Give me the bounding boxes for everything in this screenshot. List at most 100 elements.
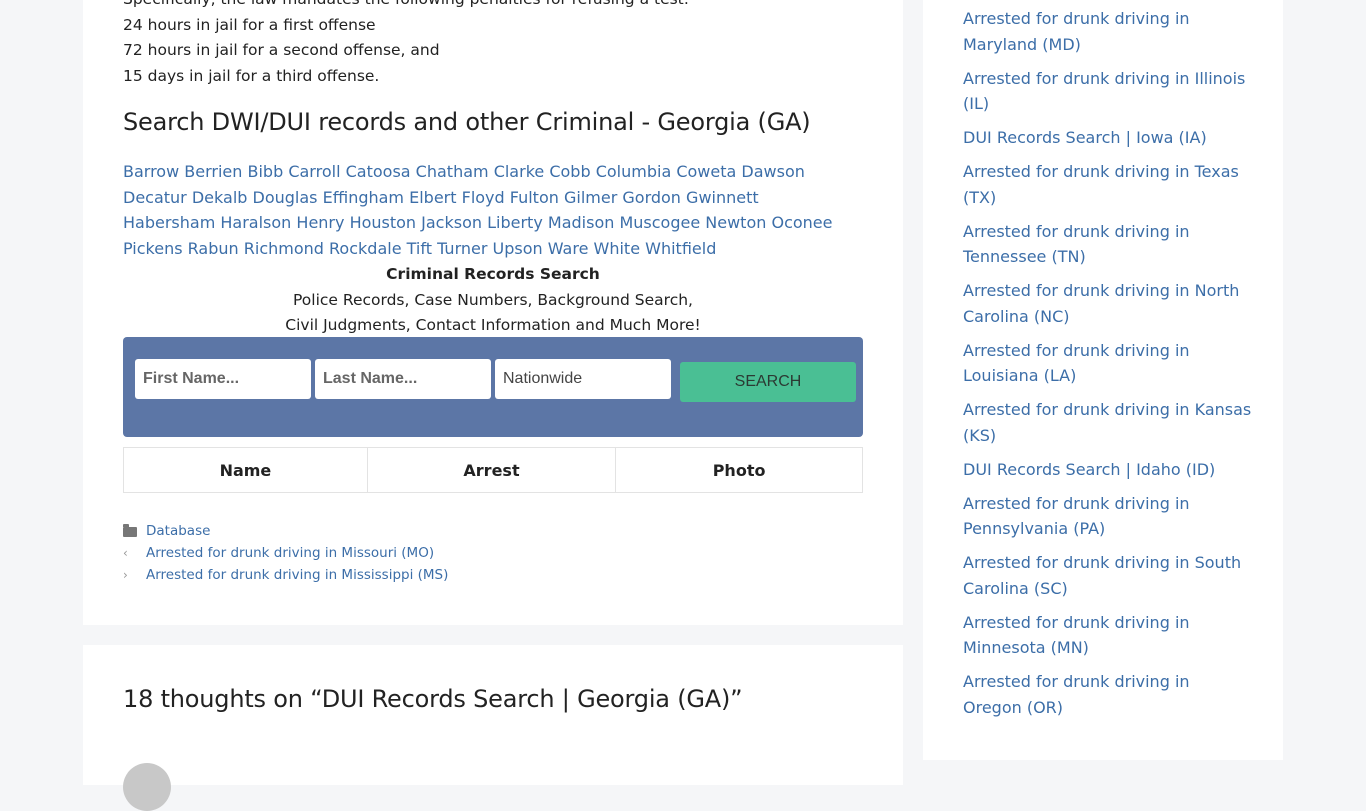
county-link[interactable]: Gilmer (564, 188, 617, 207)
county-link[interactable]: Decatur (123, 188, 187, 207)
prev-post-row: ‹ Arrested for drunk driving in Missouri… (123, 542, 448, 564)
county-link[interactable]: Coweta (676, 162, 736, 181)
sidebar-item: Arrested for drunk driving in Pennsylvan… (963, 491, 1253, 542)
penalty-line: Specifically, the law mandates the follo… (123, 0, 689, 13)
county-link[interactable]: Rabun (188, 239, 239, 258)
county-link[interactable]: Habersham (123, 213, 215, 232)
county-link[interactable]: Tift (407, 239, 432, 258)
sidebar-link[interactable]: Arrested for drunk driving in Pennsylvan… (963, 494, 1190, 539)
county-link[interactable]: White (594, 239, 641, 258)
county-link[interactable]: Carroll (288, 162, 340, 181)
sidebar-item: Arrested for drunk driving in North Caro… (963, 278, 1253, 329)
county-link[interactable]: Turner (437, 239, 487, 258)
county-link[interactable]: Dekalb (192, 188, 248, 207)
county-link[interactable]: Cobb (549, 162, 590, 181)
prev-post-link[interactable]: Arrested for drunk driving in Missouri (… (146, 542, 434, 564)
county-link[interactable]: Effingham (323, 188, 404, 207)
sidebar-item: Arrested for drunk driving in Texas (TX) (963, 159, 1253, 210)
sidebar-links: Arrested for drunk driving in Maryland (… (963, 6, 1253, 729)
sidebar-link[interactable]: Arrested for drunk driving in Minnesota … (963, 613, 1190, 658)
comments-card (83, 645, 903, 785)
county-link[interactable]: Douglas (253, 188, 318, 207)
sidebar-item: DUI Records Search | Iowa (IA) (963, 125, 1253, 151)
sidebar-link[interactable]: Arrested for drunk driving in South Caro… (963, 553, 1241, 598)
sidebar-item: Arrested for drunk driving in Minnesota … (963, 610, 1253, 661)
county-link[interactable]: Jackson (421, 213, 482, 232)
sidebar-item: Arrested for drunk driving in Kansas (KS… (963, 397, 1253, 448)
sidebar-link[interactable]: Arrested for drunk driving in North Caro… (963, 281, 1239, 326)
category-link[interactable]: Database (146, 520, 210, 542)
county-link[interactable]: Columbia (596, 162, 672, 181)
post-meta: Database ‹ Arrested for drunk driving in… (123, 520, 448, 586)
county-link[interactable]: Ware (548, 239, 589, 258)
county-links: Barrow Berrien Bibb Carroll Catoosa Chat… (123, 159, 843, 261)
next-post-link[interactable]: Arrested for drunk driving in Mississipp… (146, 564, 448, 586)
county-link[interactable]: Henry (296, 213, 344, 232)
next-post-row: › Arrested for drunk driving in Mississi… (123, 564, 448, 586)
chevron-left-icon: ‹ (123, 546, 128, 560)
county-link[interactable]: Floyd (462, 188, 505, 207)
county-link[interactable]: Dawson (741, 162, 804, 181)
sidebar-link[interactable]: DUI Records Search | Idaho (ID) (963, 460, 1215, 479)
sidebar-link[interactable]: Arrested for drunk driving in Illinois (… (963, 69, 1245, 114)
county-link[interactable]: Clarke (494, 162, 545, 181)
county-link[interactable]: Haralson (220, 213, 291, 232)
sidebar-link[interactable]: DUI Records Search | Iowa (IA) (963, 128, 1207, 147)
county-link[interactable]: Upson (493, 239, 543, 258)
sidebar-link[interactable]: Arrested for drunk driving in Kansas (KS… (963, 400, 1251, 445)
penalty-line: 72 hours in jail for a second offense, a… (123, 41, 440, 59)
sidebar-item: Arrested for drunk driving in Tennessee … (963, 219, 1253, 270)
location-input[interactable] (495, 359, 671, 399)
county-link[interactable]: Gwinnett (686, 188, 759, 207)
section-heading: Search DWI/DUI records and other Crimina… (123, 108, 811, 136)
county-link[interactable]: Muscogee (619, 213, 700, 232)
promo-title: Criminal Records Search (386, 265, 600, 283)
county-link[interactable]: Newton (705, 213, 766, 232)
promo-line: Civil Judgments, Contact Information and… (285, 316, 701, 334)
sidebar-link[interactable]: Arrested for drunk driving in Maryland (… (963, 9, 1190, 54)
first-name-input[interactable] (135, 359, 311, 399)
sidebar-item: DUI Records Search | Idaho (ID) (963, 457, 1253, 483)
last-name-input[interactable] (315, 359, 491, 399)
county-link[interactable]: Houston (350, 213, 417, 232)
county-link[interactable]: Liberty (487, 213, 543, 232)
county-link[interactable]: Fulton (510, 188, 559, 207)
county-link[interactable]: Richmond (244, 239, 324, 258)
criminal-records-promo: Criminal Records Search Police Records, … (123, 262, 863, 339)
county-link[interactable]: Rockdale (329, 239, 402, 258)
search-button[interactable]: SEARCH (680, 362, 856, 402)
sidebar-link[interactable]: Arrested for drunk driving in Texas (TX) (963, 162, 1239, 207)
column-header-arrest: Arrest (366, 447, 617, 493)
sidebar-item: Arrested for drunk driving in Louisiana … (963, 338, 1253, 389)
county-link[interactable]: Barrow (123, 162, 179, 181)
penalty-line: 15 days in jail for a third offense. (123, 66, 380, 85)
sidebar-link[interactable]: Arrested for drunk driving in Tennessee … (963, 222, 1190, 267)
column-header-photo: Photo (615, 447, 863, 493)
comments-title: 18 thoughts on “DUI Records Search | Geo… (123, 685, 743, 713)
table-header-row: Name Arrest Photo (123, 447, 863, 493)
sidebar-link[interactable]: Arrested for drunk driving in Louisiana … (963, 341, 1190, 386)
county-link[interactable]: Chatham (416, 162, 489, 181)
county-link[interactable]: Madison (548, 213, 614, 232)
county-link[interactable]: Gordon (622, 188, 681, 207)
promo-line: Police Records, Case Numbers, Background… (293, 290, 693, 309)
county-link[interactable]: Bibb (248, 162, 284, 181)
county-link[interactable]: Berrien (184, 162, 242, 181)
records-search-form: SEARCH (123, 337, 863, 437)
county-link[interactable]: Catoosa (346, 162, 411, 181)
county-link[interactable]: Oconee (771, 213, 832, 232)
sidebar-link[interactable]: Arrested for drunk driving in Oregon (OR… (963, 672, 1190, 717)
folder-icon (123, 524, 146, 537)
penalty-line: 24 hours in jail for a first offense (123, 15, 376, 34)
county-link[interactable]: Elbert (409, 188, 456, 207)
sidebar-item: Arrested for drunk driving in Oregon (OR… (963, 669, 1253, 720)
sidebar-item: Arrested for drunk driving in Maryland (… (963, 6, 1253, 57)
county-link[interactable]: Pickens (123, 239, 183, 258)
commenter-avatar (123, 763, 171, 811)
results-table: Name Arrest Photo (123, 447, 863, 493)
county-link[interactable]: Whitfield (645, 239, 716, 258)
sidebar-item: Arrested for drunk driving in Illinois (… (963, 66, 1253, 117)
column-header-name: Name (123, 447, 368, 493)
sidebar-item: Arrested for drunk driving in South Caro… (963, 550, 1253, 601)
penalty-list: Specifically, the law mandates the follo… (123, 0, 689, 89)
